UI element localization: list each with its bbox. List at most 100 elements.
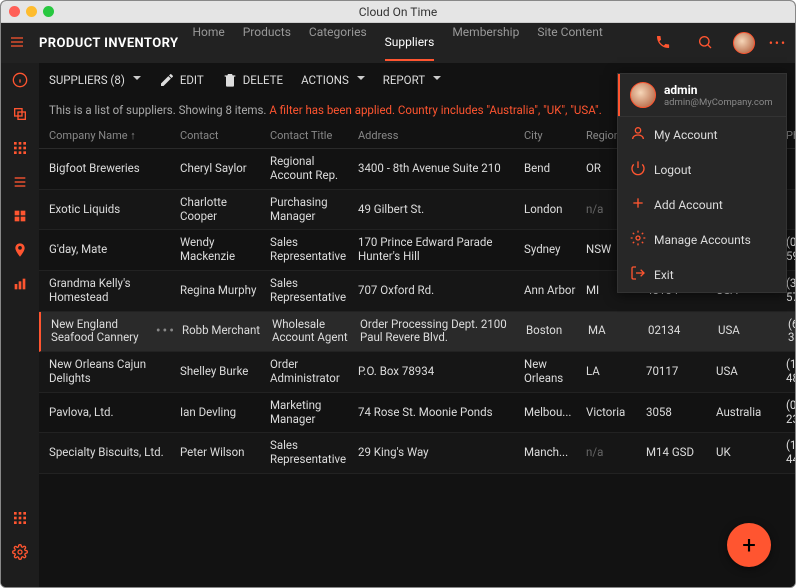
report-dropdown[interactable]: REPORT — [383, 73, 441, 87]
nav-site-content[interactable]: Site Content — [537, 25, 602, 61]
nav-suppliers[interactable]: Suppliers — [385, 35, 435, 61]
edit-button[interactable]: EDIT — [159, 72, 204, 88]
delete-button[interactable]: DELETE — [222, 72, 283, 88]
column-header[interactable]: Contact Title — [270, 129, 352, 142]
cell-contact: Wendy Mackenzie — [180, 236, 264, 264]
settings-icon[interactable] — [11, 543, 29, 561]
cell-title: Sales Representative — [270, 439, 352, 467]
cell-company: Specialty Biscuits, Ltd. — [49, 446, 174, 460]
actions-dropdown[interactable]: ACTIONS — [301, 73, 365, 87]
cell-title: Regional Account Rep. — [270, 155, 352, 183]
chart-icon[interactable] — [11, 275, 29, 293]
table-row[interactable]: Specialty Biscuits, Ltd. Peter Wilson Sale… — [39, 433, 795, 474]
user-menu-my-account[interactable]: My Account — [618, 117, 786, 152]
user-avatar[interactable] — [733, 32, 755, 54]
user-menu-item-label: Logout — [654, 163, 691, 177]
cell-city: Sydney — [524, 243, 580, 257]
suppliers-dropdown[interactable]: SUPPLIERS (8) — [49, 73, 141, 87]
user-menu-manage-accounts[interactable]: Manage Accounts — [618, 222, 786, 257]
location-icon[interactable] — [11, 241, 29, 259]
column-header[interactable]: Contact — [180, 129, 264, 142]
column-header[interactable]: City — [524, 129, 580, 142]
gear-icon — [630, 230, 644, 249]
cell-contact: Peter Wilson — [180, 446, 264, 460]
cell-country: USA — [716, 365, 780, 379]
cell-phone: (161) 555-4448 — [786, 439, 795, 467]
cell-contact: Robb Merchant — [182, 324, 266, 338]
top-nav: PRODUCT INVENTORY Home Products Categories… — [1, 23, 795, 63]
sidebar — [1, 63, 39, 587]
window-titlebar: Cloud On Time — [1, 1, 795, 23]
cell-company: Grandma Kelly's Homestead — [49, 277, 174, 305]
cell-phone: (02) 555-5914 — [786, 236, 795, 264]
cell-company: G'day, Mate — [49, 243, 174, 257]
phone-icon[interactable] — [655, 34, 671, 53]
cell-city: Boston — [526, 324, 582, 338]
cell-postal: M14 GSD — [646, 446, 710, 460]
window-title: Cloud On Time — [1, 5, 795, 19]
table-row[interactable]: Pavlova, Ltd.Ian DevlingMarketing Manage… — [39, 393, 795, 434]
cell-country: UK — [716, 446, 780, 460]
cell-title: Marketing Manager — [270, 399, 352, 427]
info-icon[interactable] — [11, 71, 29, 89]
exit-icon — [630, 265, 644, 284]
cell-address: 74 Rose St. Moonie Ponds — [358, 406, 518, 420]
cell-region: LA — [586, 365, 640, 379]
nav-home[interactable]: Home — [192, 25, 224, 61]
plus-icon — [630, 195, 644, 214]
search-icon[interactable] — [697, 34, 713, 53]
column-header[interactable]: Company Name — [49, 129, 174, 142]
user-menu-item-label: Manage Accounts — [654, 233, 751, 247]
row-menu-icon[interactable]: ••• — [156, 323, 176, 340]
cell-contact: Charlotte Cooper — [180, 196, 264, 224]
cell-phone: (313) 555-5735 — [786, 277, 795, 305]
cell-phone: (100) 555-4822 — [786, 358, 795, 386]
table-row[interactable]: New England Seafood Cannery••• Robb Merch… — [39, 312, 795, 353]
cell-phone: (617) 555-3267 — [788, 318, 795, 346]
cell-company: New England Seafood Cannery••• — [51, 318, 176, 346]
cell-city: London — [524, 203, 580, 217]
cell-city: Manch... — [524, 446, 580, 460]
nav-products[interactable]: Products — [243, 25, 291, 61]
user-menu-item-label: Exit — [654, 268, 674, 282]
grid-icon[interactable] — [11, 139, 29, 157]
user-menu-exit[interactable]: Exit — [618, 257, 786, 292]
cell-title: Sales Representative — [270, 236, 352, 264]
cell-city: Bend — [524, 162, 580, 176]
user-menu-name: admin — [664, 83, 773, 97]
brand-title: PRODUCT INVENTORY — [39, 36, 178, 51]
cell-address: Order Processing Dept. 2100 Paul Revere … — [360, 318, 520, 346]
more-menu-icon[interactable]: ••• — [769, 36, 787, 50]
menu-icon[interactable] — [9, 34, 25, 53]
cell-address: 707 Oxford Rd. — [358, 284, 518, 298]
cell-company: New Orleans Cajun Delights — [49, 358, 174, 386]
cell-region: MA — [588, 324, 642, 338]
apps-icon[interactable] — [11, 207, 29, 225]
cell-title: Wholesale Account Agent — [272, 318, 354, 346]
cell-region: Victoria — [586, 406, 640, 420]
power-icon — [630, 160, 644, 179]
cell-contact: Cheryl Saylor — [180, 162, 264, 176]
user-menu-avatar — [630, 82, 656, 108]
list-icon[interactable] — [11, 173, 29, 191]
cell-region: n/a — [586, 446, 640, 460]
column-header[interactable]: Address — [358, 129, 518, 142]
add-fab-button[interactable]: + — [727, 523, 771, 567]
cell-country: USA — [718, 324, 782, 338]
cell-postal: 3058 — [646, 406, 710, 420]
column-header[interactable]: Phone — [786, 129, 796, 142]
cell-contact: Shelley Burke — [180, 365, 264, 379]
copy-icon[interactable] — [11, 105, 29, 123]
modules-icon[interactable] — [11, 509, 29, 527]
user-menu-logout[interactable]: Logout — [618, 152, 786, 187]
nav-membership[interactable]: Membership — [452, 25, 519, 61]
cell-contact: Ian Devling — [180, 406, 264, 420]
table-row[interactable]: New Orleans Cajun DelightsShelley BurkeO… — [39, 352, 795, 393]
user-menu-add-account[interactable]: Add Account — [618, 187, 786, 222]
user-menu-header[interactable]: admin admin@MyCompany.com — [618, 74, 786, 116]
cell-title: Sales Representative — [270, 277, 352, 305]
nav-categories[interactable]: Categories — [309, 25, 367, 61]
cell-contact: Regina Murphy — [180, 284, 264, 298]
cell-title: Purchasing Manager — [270, 196, 352, 224]
cell-postal: 02134 — [648, 324, 712, 338]
